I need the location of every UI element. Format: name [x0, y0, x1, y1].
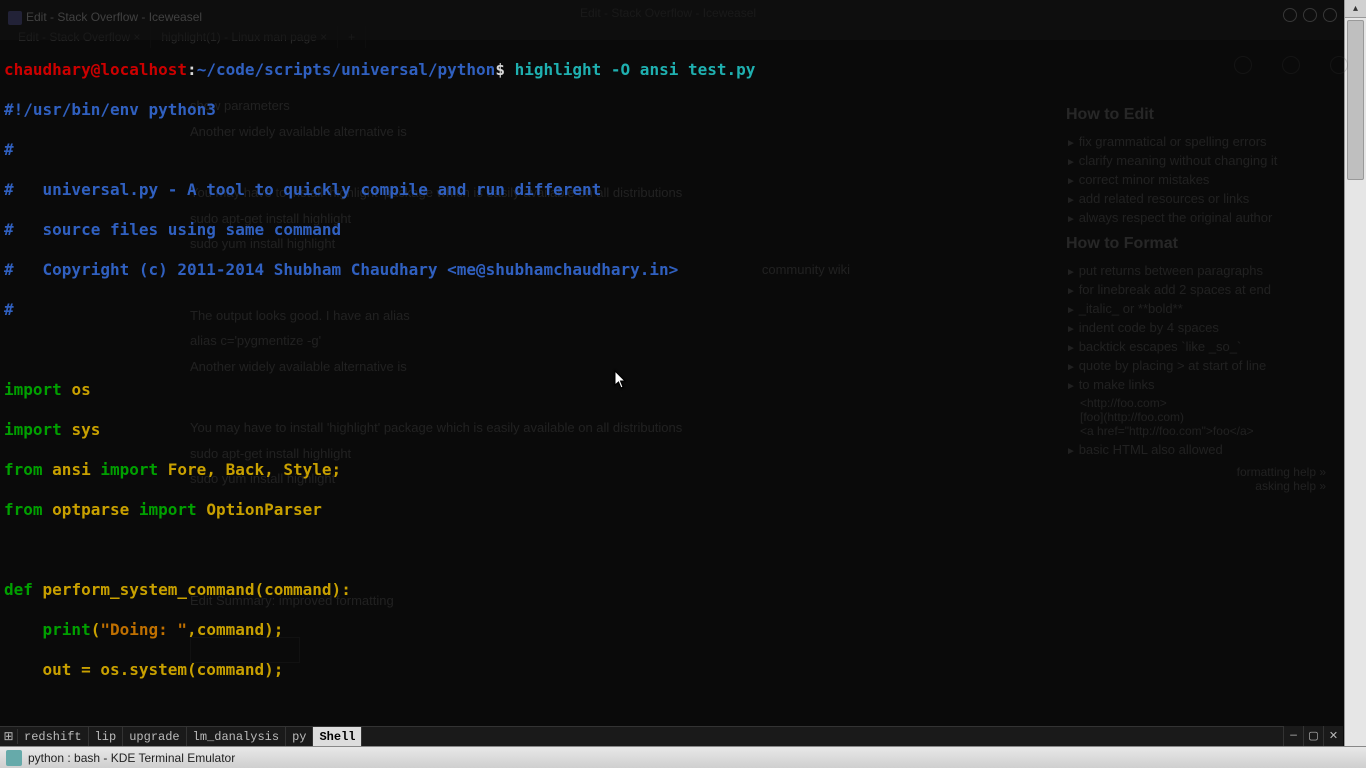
p: ( — [91, 620, 101, 639]
code-comment: # — [4, 140, 14, 159]
kw-def: def — [4, 580, 33, 599]
taskbar-title[interactable]: python : bash - KDE Terminal Emulator — [26, 751, 237, 765]
code-comment: # universal.py - A tool to quickly compi… — [4, 180, 601, 199]
colon: : — [341, 580, 351, 599]
code-comment: # — [4, 300, 14, 319]
window-close-button[interactable] — [1323, 8, 1337, 22]
param: command — [264, 580, 331, 599]
kw-import: import — [139, 500, 197, 519]
window-minimize-button[interactable] — [1283, 8, 1297, 22]
attr: system — [129, 660, 187, 679]
c: , — [187, 620, 197, 639]
prompt-user: chaudhary — [4, 60, 91, 79]
names: Fore, Back, Style; — [168, 460, 341, 479]
terminal-tab[interactable]: lm_danalysis — [187, 727, 286, 746]
kw-from: from — [4, 500, 43, 519]
window-maximize-button[interactable] — [1303, 8, 1317, 22]
kw-import: import — [4, 420, 62, 439]
mod-os: os — [71, 380, 90, 399]
code-comment: # source files using same command — [4, 220, 341, 239]
p: ( — [187, 660, 197, 679]
terminal-tabstrip: ⊞ redshift lip upgrade lm_danalysis py S… — [0, 726, 1343, 746]
prompt-dollar: $ — [495, 60, 514, 79]
name-optionparser: OptionParser — [206, 500, 322, 519]
fn-name: perform_system_command — [43, 580, 255, 599]
mod-sys: sys — [71, 420, 100, 439]
window-title-text: Edit - Stack Overflow - Iceweasel — [26, 10, 202, 24]
terminal-tab[interactable]: redshift — [18, 727, 89, 746]
mod-optparse: optparse — [52, 500, 129, 519]
paren: ( — [254, 580, 264, 599]
v: command — [197, 620, 264, 639]
prompt-path: ~/code/scripts/universal/python — [197, 60, 496, 79]
code-shebang: #!/usr/bin/env python3 — [4, 100, 216, 119]
screen: ▴ ▾ Edit - Stack Overflow - Iceweasel Ed… — [0, 0, 1366, 768]
p: ) — [264, 620, 274, 639]
terminal-tabstrip-controls: — ▢ ✕ — [1283, 726, 1343, 746]
mod-ansi: ansi — [52, 460, 91, 479]
kw-import: import — [4, 380, 62, 399]
terminal-tab[interactable]: py — [286, 727, 313, 746]
p: ) — [264, 660, 274, 679]
taskbar[interactable]: python : bash - KDE Terminal Emulator — [0, 746, 1366, 768]
tab-minimize-icon[interactable]: — — [1283, 726, 1303, 746]
terminal-output[interactable]: chaudhary@localhost:~/code/scripts/unive… — [0, 40, 1366, 724]
prompt-at: @ — [91, 60, 101, 79]
v: command — [197, 660, 264, 679]
prompt-command: highlight -O ansi test.py — [515, 60, 756, 79]
terminal-tab[interactable]: lip — [89, 727, 124, 746]
string: "Doing: " — [100, 620, 187, 639]
taskbar-app-icon[interactable] — [6, 750, 22, 766]
prompt-sep: : — [187, 60, 197, 79]
semi: ; — [274, 660, 284, 679]
new-tab-button[interactable]: ⊞ — [0, 729, 18, 744]
code-comment: # Copyright (c) 2011-2014 Shubham Chaudh… — [4, 260, 678, 279]
tab-maximize-icon[interactable]: ▢ — [1303, 726, 1323, 746]
semi: ; — [274, 620, 284, 639]
kw-import: import — [100, 460, 158, 479]
code: out = os. — [43, 660, 130, 679]
paren: ) — [332, 580, 342, 599]
terminal-tab-active[interactable]: Shell — [313, 727, 362, 746]
prompt-host: localhost — [100, 60, 187, 79]
fn-print: print — [43, 620, 91, 639]
kw-from: from — [4, 460, 43, 479]
tab-close-icon[interactable]: ✕ — [1323, 726, 1343, 746]
foreground-window-titlebar: Edit - Stack Overflow - Iceweasel — [0, 0, 1343, 40]
window-app-icon — [8, 11, 22, 25]
terminal-tab[interactable]: upgrade — [123, 727, 186, 746]
